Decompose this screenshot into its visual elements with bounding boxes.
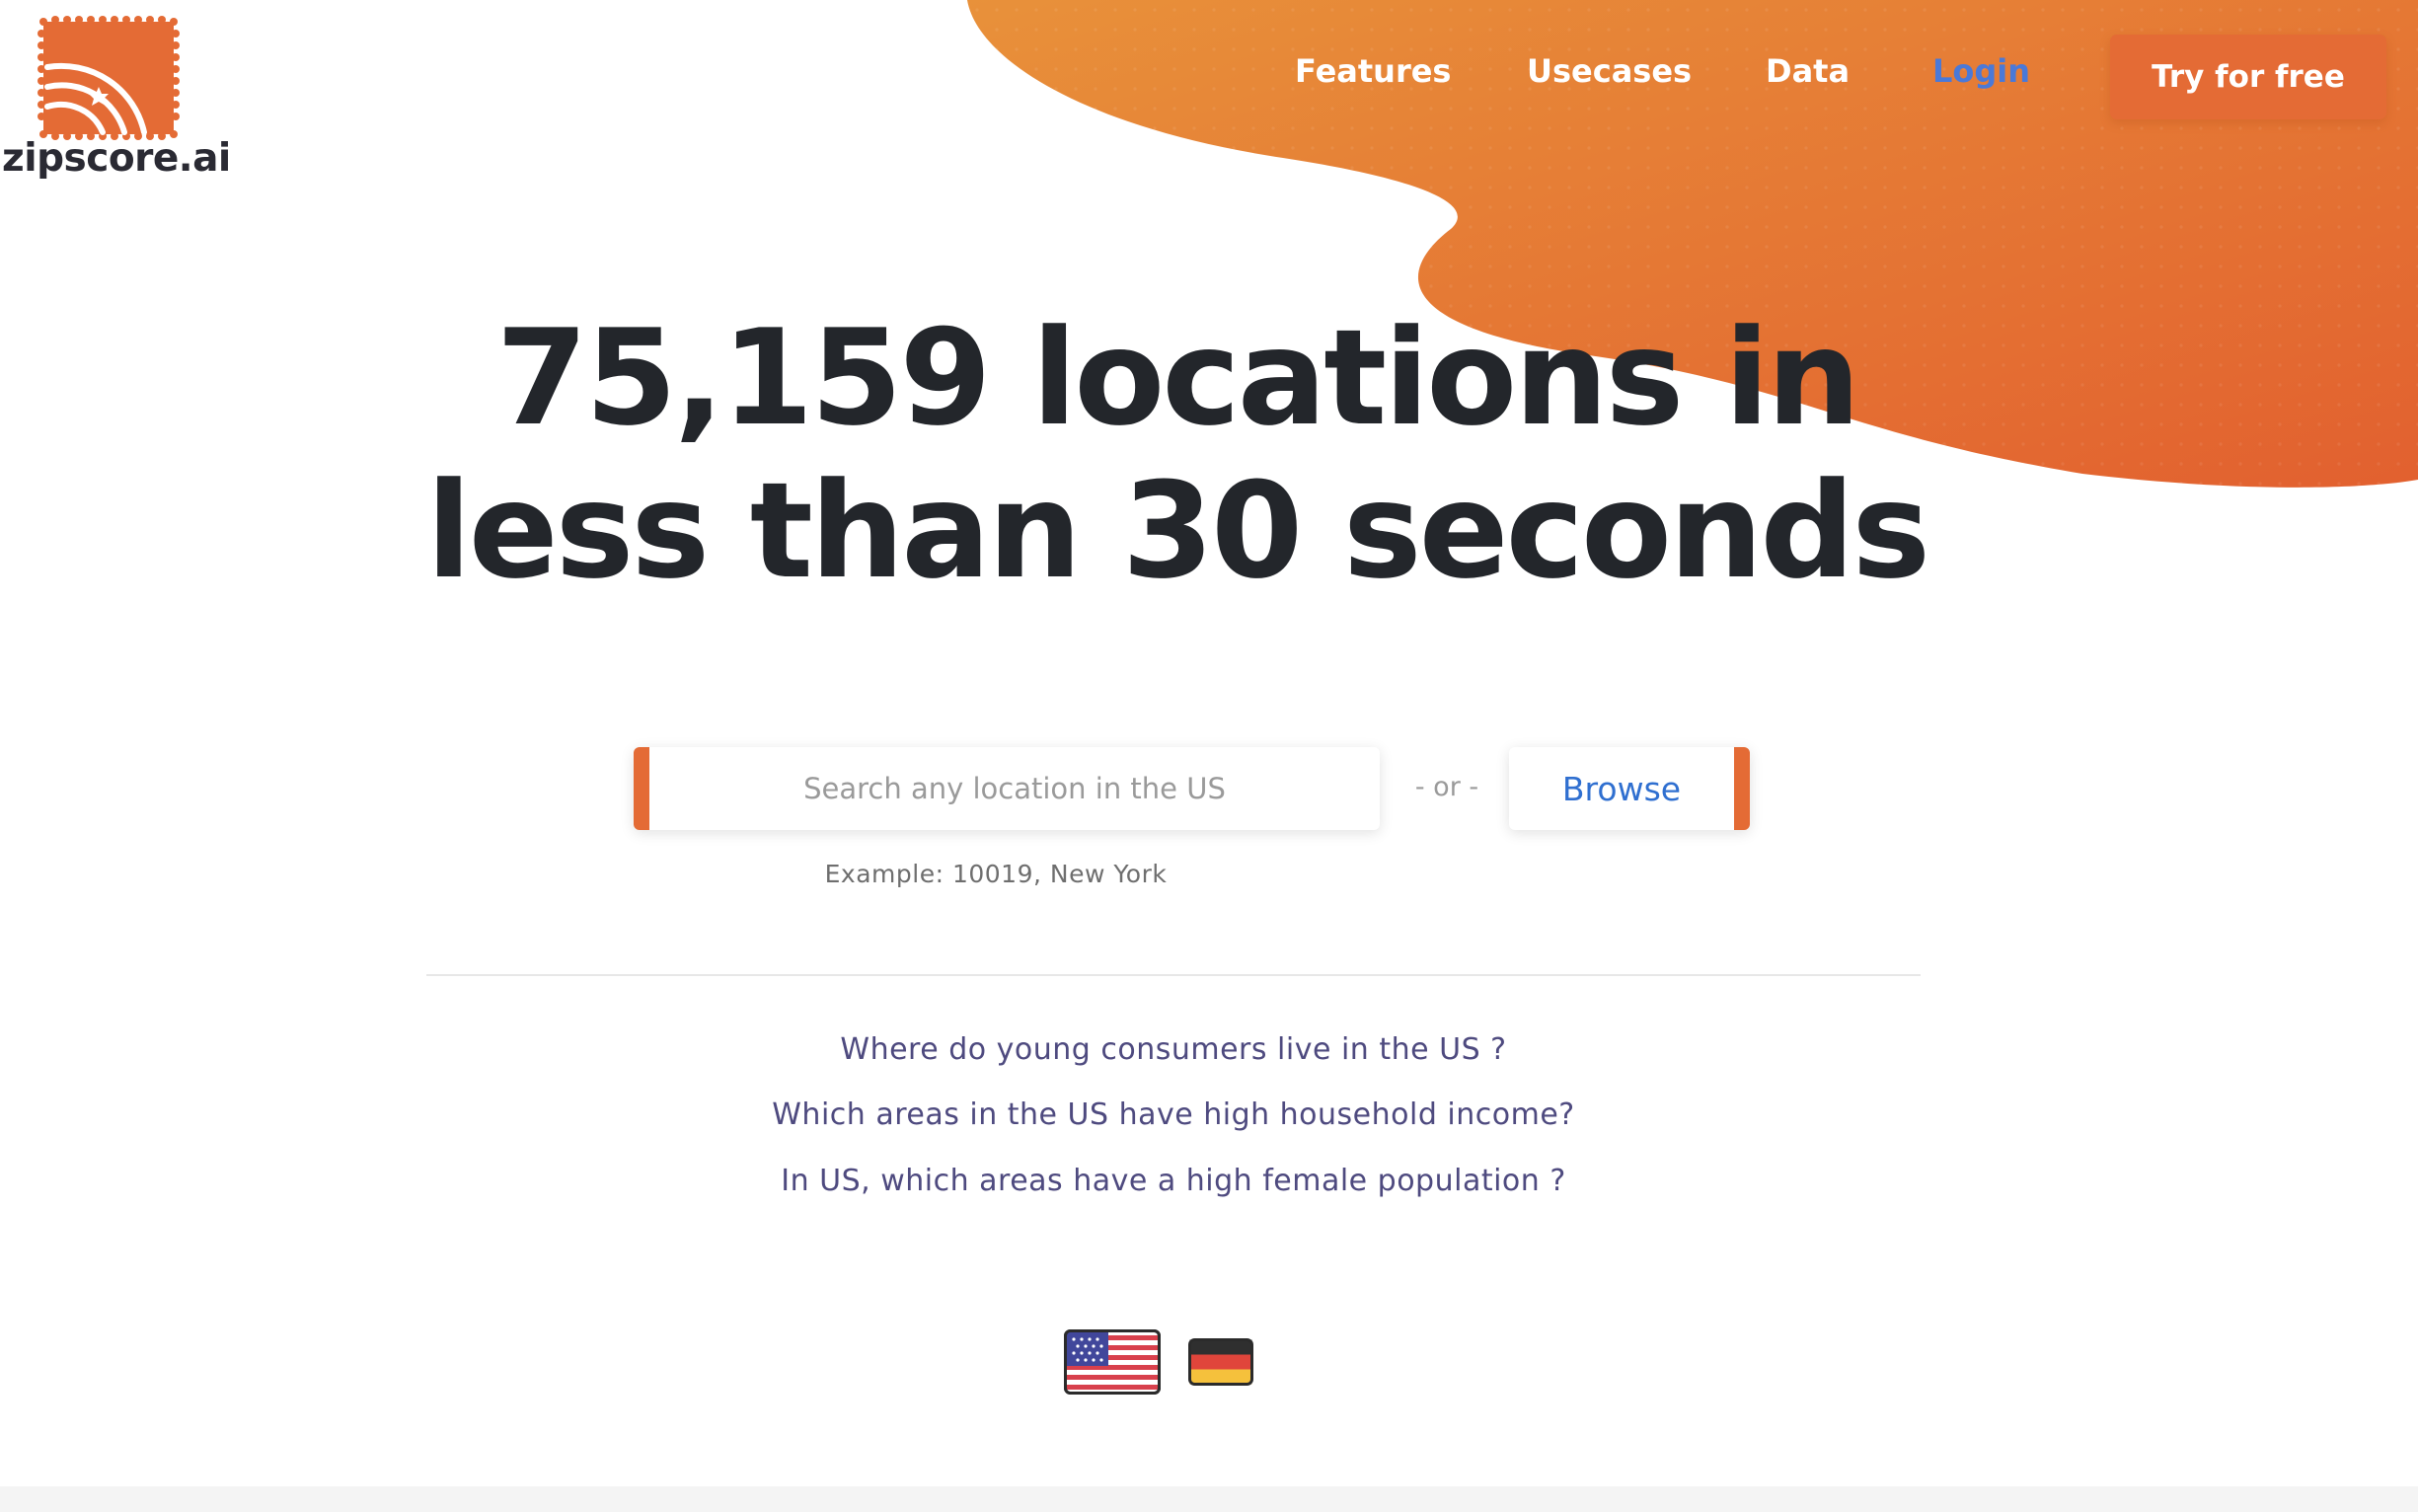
nav-usecases-link[interactable]: Usecases <box>1527 55 1692 87</box>
section-divider <box>426 974 1921 976</box>
login-link[interactable]: Login <box>1932 55 2030 87</box>
nav-features-link[interactable]: Features <box>1295 55 1451 87</box>
us-flag-icon[interactable] <box>1064 1329 1161 1395</box>
example-question-link[interactable]: Which areas in the US have high househol… <box>0 1097 2347 1132</box>
example-question-link[interactable]: In US, which areas have a high female po… <box>0 1164 2347 1198</box>
or-separator: - or - <box>1414 772 1479 802</box>
hero-headline: 75,159 locations in less than 30 seconds <box>0 302 2354 608</box>
brand-name: zipscore.ai <box>2 136 231 181</box>
hero-line-2: less than 30 seconds <box>425 454 1930 608</box>
stamp-logo-icon <box>38 16 180 140</box>
try-for-free-button[interactable]: Try for free <box>2110 35 2386 119</box>
brand-logo[interactable]: zipscore.ai <box>2 14 231 191</box>
hero-line-1: 75,159 locations in <box>495 301 1861 455</box>
germany-flag-icon[interactable] <box>1188 1338 1253 1386</box>
search-example-hint: Example: 10019, New York <box>824 860 1168 888</box>
nav-data-link[interactable]: Data <box>1766 55 1850 87</box>
example-question-link[interactable]: Where do young consumers live in the US … <box>0 1032 2347 1067</box>
search-box <box>634 747 1380 830</box>
location-search-input[interactable] <box>649 747 1380 830</box>
footer-strip <box>0 1486 2418 1512</box>
browse-button[interactable]: Browse <box>1509 747 1750 830</box>
